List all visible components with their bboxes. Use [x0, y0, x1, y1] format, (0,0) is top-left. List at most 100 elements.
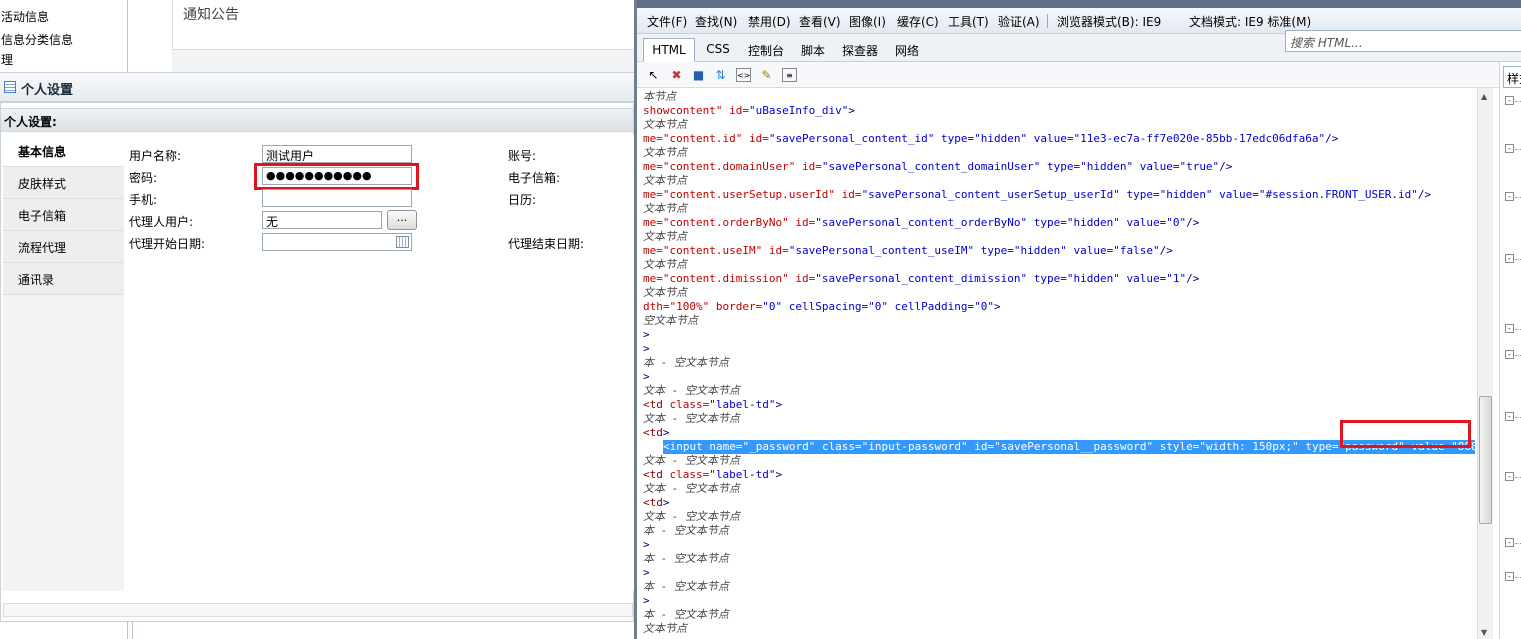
dom-node-line[interactable]: 本 - 空文本节点 — [643, 524, 729, 538]
tab-profiler[interactable]: 探查器 — [835, 38, 885, 62]
phone-field[interactable] — [262, 189, 412, 207]
dom-node-line[interactable]: > — [643, 342, 650, 356]
word-wrap-icon[interactable]: ≡ — [782, 68, 797, 82]
menu-tools[interactable]: 工具(T) — [948, 13, 989, 30]
dom-node-line[interactable]: me="content.id" id="savePersonal_content… — [643, 132, 1338, 146]
dom-node-line[interactable]: 本 - 空文本节点 — [643, 552, 729, 566]
clear-outlines-icon[interactable]: ✖ — [669, 68, 684, 82]
refresh-icon[interactable]: ⇅ — [713, 68, 728, 82]
dom-node-line[interactable]: 文本节点 — [643, 118, 687, 132]
collapse-rule-icon[interactable]: - — [1505, 350, 1514, 359]
menu-file[interactable]: 文件(F) — [647, 13, 687, 30]
code-token: id= — [788, 272, 816, 285]
menu-validate[interactable]: 验证(A) — [998, 13, 1040, 30]
dom-node-line[interactable]: dth="100%" border="0" cellSpacing="0" ce… — [643, 300, 1001, 314]
dom-node-line[interactable]: me="content.userSetup.userId" id="savePe… — [643, 188, 1431, 202]
dom-node-line[interactable]: me="content.domainUser" id="savePersonal… — [643, 160, 1232, 174]
nav-item-info-category[interactable]: 信息分类信息 — [1, 31, 73, 48]
edit-icon[interactable]: ✎ — [759, 68, 774, 82]
menu-disable[interactable]: 禁用(D) — [748, 13, 791, 30]
menu-images[interactable]: 图像(I) — [849, 13, 886, 30]
select-element-icon[interactable]: ↖ — [646, 68, 661, 82]
tab-skin-style[interactable]: 皮肤样式 — [3, 167, 124, 199]
scroll-up-icon[interactable]: ▲ — [1481, 92, 1487, 101]
code-token: 文本节点 — [643, 174, 687, 187]
dom-node-line[interactable]: 本 - 空文本节点 — [643, 580, 729, 594]
code-token: id= — [742, 132, 769, 145]
tab-label: 流程代理 — [18, 241, 67, 255]
menu-find[interactable]: 查找(N) — [695, 13, 737, 30]
collapse-rule-icon[interactable]: - — [1505, 324, 1514, 333]
tab-email[interactable]: 电子信箱 — [3, 199, 124, 231]
collapse-rule-icon[interactable]: - — [1505, 96, 1514, 105]
dom-node-line[interactable]: > — [643, 328, 650, 342]
tab-html[interactable]: HTML — [643, 38, 695, 62]
dom-node-line[interactable]: 文本 - 空文本节点 — [643, 482, 740, 496]
vertical-scrollbar[interactable]: ▲ ▼ — [1477, 88, 1493, 639]
dom-node-line[interactable]: 本节点 — [643, 90, 676, 104]
dom-node-line[interactable]: 文本 - 空文本节点 — [643, 510, 740, 524]
dom-node-line[interactable]: <td> — [643, 496, 670, 510]
menu-document-mode[interactable]: 文档模式: IE9 标准(M) — [1189, 13, 1311, 30]
dom-node-line[interactable]: 文本节点 — [643, 286, 687, 300]
dom-node-line[interactable]: 本 - 空文本节点 — [643, 356, 729, 370]
proxy-start-date-field[interactable] — [262, 233, 412, 251]
dom-node-line[interactable]: me="content.dimission" id="savePersonal_… — [643, 272, 1199, 286]
menu-view[interactable]: 查看(V) — [799, 13, 841, 30]
collapse-rule-icon[interactable]: - — [1505, 572, 1514, 581]
calendar-icon[interactable] — [396, 236, 409, 248]
tab-basic-info[interactable]: 基本信息 — [3, 135, 124, 167]
scroll-down-icon[interactable]: ▼ — [1481, 628, 1487, 637]
username-field[interactable]: 测试用户 — [262, 145, 412, 163]
dom-node-line[interactable]: <td class="label-td"> — [643, 398, 782, 412]
dom-node-line[interactable]: 文本节点 — [643, 230, 687, 244]
html-search-input[interactable]: 搜索 HTML... — [1285, 30, 1521, 52]
code-token: > — [643, 538, 650, 551]
tab-label: 电子信箱 — [18, 209, 67, 223]
nav-item-activity[interactable]: 活动信息 — [1, 8, 49, 25]
proxy-user-picker-button[interactable]: ... — [387, 210, 417, 230]
dom-node-line[interactable]: > — [643, 370, 650, 384]
dom-node-line[interactable]: > — [643, 566, 650, 580]
dom-node-line[interactable]: 文本节点 — [643, 174, 687, 188]
tab-style[interactable]: 样式 — [1503, 66, 1521, 88]
dom-node-line[interactable]: 文本节点 — [643, 258, 687, 272]
menu-cache[interactable]: 缓存(C) — [897, 13, 939, 30]
dom-node-line[interactable]: 文本节点 — [643, 622, 687, 636]
horizontal-scrollbar[interactable] — [3, 603, 633, 617]
dom-node-line[interactable]: 本 - 空文本节点 — [643, 608, 729, 622]
dom-node-line[interactable]: me="content.useIM" id="savePersonal_cont… — [643, 244, 1173, 258]
dom-node-line[interactable]: <td class="label-td"> — [643, 468, 782, 482]
collapse-rule-icon[interactable]: - — [1505, 412, 1514, 421]
dom-node-line[interactable]: > — [643, 594, 650, 608]
dom-node-line[interactable]: > — [643, 538, 650, 552]
dom-node-line[interactable]: me="content.orderByNo" id="savePersonal_… — [643, 216, 1199, 230]
dom-node-line[interactable]: 文本 - 空文本节点 — [643, 384, 740, 398]
section-title: 个人设置: — [4, 115, 57, 129]
collapse-rule-icon[interactable]: - — [1505, 538, 1514, 547]
dom-node-line[interactable]: 文本 - 空文本节点 — [643, 454, 740, 468]
tab-console[interactable]: 控制台 — [741, 38, 791, 62]
proxy-user-field[interactable]: 无 — [262, 211, 382, 229]
dom-node-line[interactable]: 文本节点 — [643, 146, 687, 160]
collapse-rule-icon[interactable]: - — [1505, 192, 1514, 201]
dom-node-line[interactable]: 文本节点 — [643, 202, 687, 216]
tab-css[interactable]: CSS — [699, 38, 737, 62]
collapse-rule-icon[interactable]: - — [1505, 472, 1514, 481]
dom-node-line[interactable]: 空文本节点 — [643, 314, 698, 328]
dom-node-line[interactable]: 文本 - 空文本节点 — [643, 412, 740, 426]
section-title-bar: 个人设置: — [1, 108, 633, 132]
tab-process-proxy[interactable]: 流程代理 — [3, 231, 124, 263]
dom-view-icon[interactable]: <> — [736, 68, 751, 82]
nav-item-manage[interactable]: 理 — [1, 51, 13, 68]
save-icon[interactable]: ■ — [691, 68, 706, 82]
tab-network[interactable]: 网络 — [889, 38, 925, 62]
tab-address-book[interactable]: 通讯录 — [3, 263, 124, 295]
menu-browser-mode[interactable]: 浏览器模式(B): IE9 — [1057, 13, 1161, 30]
collapse-rule-icon[interactable]: - — [1505, 254, 1514, 263]
dom-node-line[interactable]: <td> — [643, 426, 670, 440]
dom-node-line[interactable]: showcontent" id="uBaseInfo_div"> — [643, 104, 855, 118]
collapse-rule-icon[interactable]: - — [1505, 144, 1514, 153]
scrollbar-thumb[interactable] — [1479, 396, 1492, 524]
tab-script[interactable]: 脚本 — [795, 38, 831, 62]
